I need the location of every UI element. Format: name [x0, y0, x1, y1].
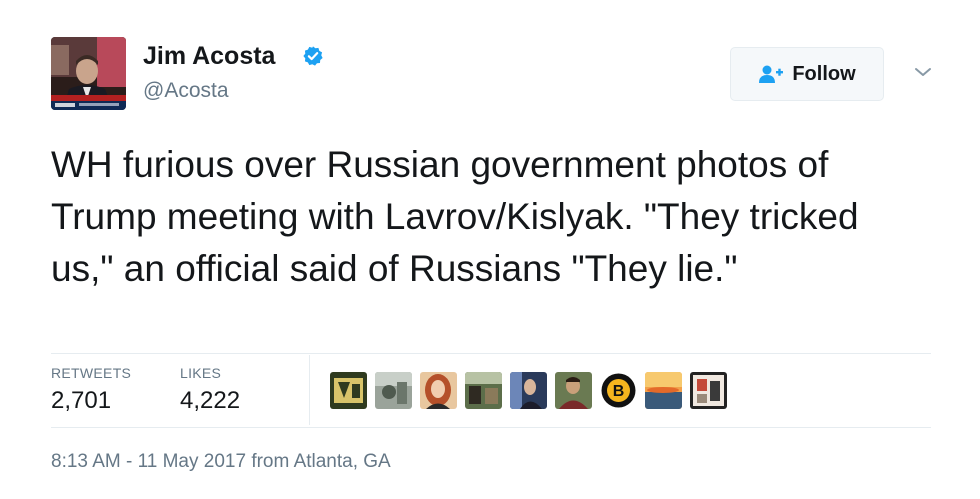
tweet-text: WH furious over Russian government photo…: [51, 144, 859, 289]
stats-bottom-divider: [51, 427, 931, 428]
follow-button[interactable]: Follow: [730, 47, 884, 101]
bruins-logo-avatar[interactable]: B: [600, 372, 637, 409]
likes-stat[interactable]: LIKES 4,222: [180, 365, 240, 415]
liker-avatar-8[interactable]: [645, 372, 682, 409]
stats-vertical-divider: [309, 355, 310, 425]
liker-avatar-9[interactable]: [690, 372, 727, 409]
bruins-logo-letter: B: [613, 383, 625, 400]
tweet-timestamp[interactable]: 8:13 AM - 11 May 2017: [51, 451, 246, 472]
from-label: from: [251, 451, 290, 472]
verified-badge-icon: [303, 46, 323, 66]
tweet-location[interactable]: Atlanta, GA: [294, 451, 391, 472]
chevron-down-icon[interactable]: [912, 64, 934, 80]
liker-avatar-3[interactable]: [420, 372, 457, 409]
liker-avatar-4[interactable]: [465, 372, 502, 409]
likes-count: 4,222: [180, 387, 241, 414]
author-handle[interactable]: @Acosta: [143, 79, 229, 103]
profile-photo: [51, 37, 126, 110]
tweet-meta: 8:13 AM - 11 May 2017 from Atlanta, GA: [51, 451, 391, 473]
stats-top-divider: [51, 353, 931, 354]
retweets-count: 2,701: [51, 387, 112, 414]
author-name[interactable]: Jim Acosta: [143, 42, 275, 71]
liker-avatar-6[interactable]: [555, 372, 592, 409]
add-user-icon: [759, 65, 784, 83]
liker-avatar-1[interactable]: [330, 372, 367, 409]
author-avatar[interactable]: [51, 37, 126, 110]
retweets-stat[interactable]: RETWEETS 2,701: [51, 365, 131, 415]
follow-button-label: Follow: [792, 62, 856, 85]
retweets-label: RETWEETS: [51, 365, 132, 381]
liker-avatar-2[interactable]: [375, 372, 412, 409]
liker-avatar-5[interactable]: [510, 372, 547, 409]
likes-label: LIKES: [180, 365, 222, 381]
